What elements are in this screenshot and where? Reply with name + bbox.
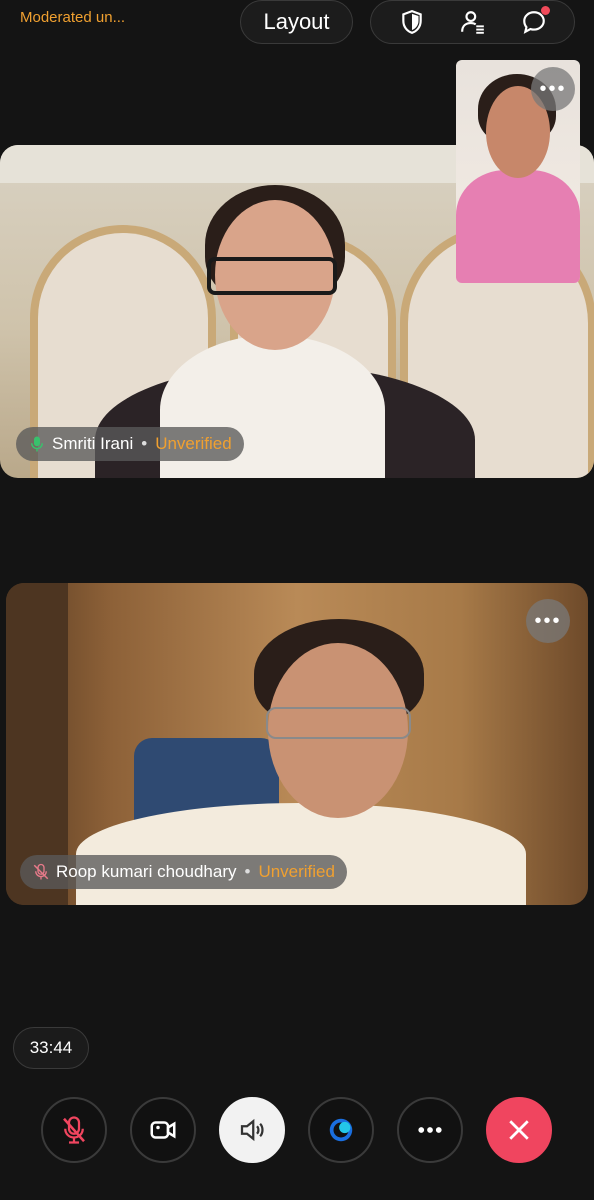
glasses — [207, 257, 337, 295]
video-camera-icon — [150, 1121, 176, 1139]
tile-more-button[interactable]: ••• — [526, 599, 570, 643]
verification-status: Unverified — [258, 862, 335, 881]
shield-icon[interactable] — [394, 4, 430, 40]
speaker-icon — [240, 1118, 264, 1142]
mic-muted-icon — [63, 1116, 85, 1144]
participant-name: Roop kumari choudhary — [56, 862, 237, 881]
call-timer: 33:44 — [13, 1027, 89, 1069]
end-call-button[interactable] — [486, 1097, 552, 1163]
self-view-more-button[interactable]: ••• — [531, 67, 575, 111]
close-icon — [509, 1120, 529, 1140]
notification-dot — [540, 6, 550, 15]
glasses — [266, 707, 411, 739]
mic-on-icon — [31, 436, 43, 452]
video-tile-roop-kumari-choudhary[interactable]: ••• Roop kumari choudhary • Unverified — [6, 583, 588, 905]
meeting-title[interactable]: Moderated un... — [20, 9, 125, 26]
participant-name-tag: Roop kumari choudhary • Unverified — [20, 855, 347, 889]
effects-icon — [329, 1118, 353, 1142]
chat-icon[interactable] — [516, 4, 552, 40]
effects-button[interactable] — [308, 1097, 374, 1163]
more-horizontal-icon — [418, 1127, 442, 1133]
speaker-button[interactable] — [219, 1097, 285, 1163]
verification-status: Unverified — [155, 434, 232, 453]
participants-icon[interactable] — [455, 4, 491, 40]
self-view-tile[interactable]: ••• — [456, 60, 580, 283]
mute-button[interactable] — [41, 1097, 107, 1163]
top-bar: Moderated un... Layout — [0, 0, 594, 48]
layout-button[interactable]: Layout — [240, 0, 353, 44]
participant-name: Smriti Irani — [52, 434, 134, 453]
more-options-button[interactable] — [397, 1097, 463, 1163]
participant-figure — [456, 170, 580, 283]
mic-muted-icon — [33, 863, 49, 880]
participant-name-tag: Smriti Irani • Unverified — [16, 427, 244, 461]
participant-figure — [76, 803, 526, 905]
video-button[interactable] — [130, 1097, 196, 1163]
header-actions — [370, 0, 575, 44]
